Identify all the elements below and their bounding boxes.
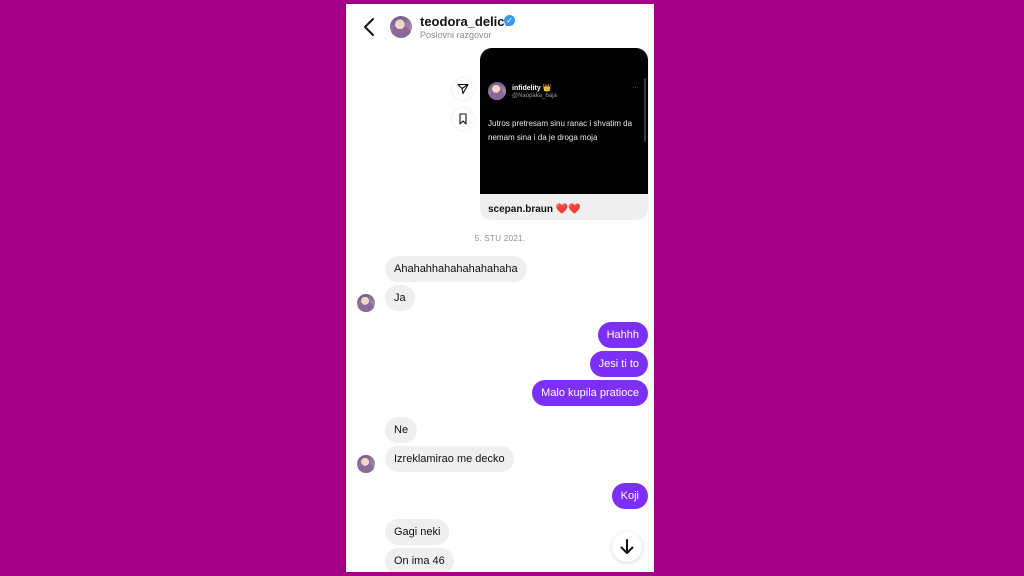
message-outgoing[interactable]: Malo kupila pratioce [532,380,648,406]
chat-subtitle: Poslovni razgovor [420,30,492,40]
chevron-left-icon [364,18,374,36]
scroll-to-bottom-button[interactable] [612,532,642,562]
message-outgoing[interactable]: Jesi ti to [589,351,648,377]
save-button[interactable] [452,108,474,130]
post-caption-emoji: ❤️❤️ [555,204,581,215]
send-icon [457,83,469,95]
message-outgoing[interactable]: Koji [611,483,648,509]
tweet-author-handle: @Naopaka_baja [512,93,557,99]
post-image[interactable]: infidelity 👑 @Naopaka_baja ··· Jutros pr… [480,48,648,194]
post-scrollbar [644,78,646,142]
message-incoming[interactable]: Ja [385,285,415,311]
shared-post[interactable]: infidelity 👑 @Naopaka_baja ··· Jutros pr… [480,48,648,220]
avatar[interactable] [390,16,412,38]
date-separator: 5. STU 2021. [474,234,526,243]
avatar[interactable] [357,294,375,312]
username[interactable]: teodora_delicc [420,14,512,29]
message-incoming[interactable]: Ne [385,417,418,443]
tweet-avatar [488,82,506,100]
chat-header: teodora_delicc ✓ Poslovni razgovor [346,4,654,50]
message-incoming[interactable]: On ima 46 [385,548,454,572]
tweet-text: Jutros pretresam sinu ranac i shvatim da… [488,119,633,142]
tweet-author-name: infidelity 👑 [512,85,552,92]
message-incoming[interactable]: Gagi neki [385,519,450,545]
more-icon: ··· [632,84,639,91]
back-button[interactable] [360,16,380,38]
bookmark-icon [459,113,467,125]
message-incoming[interactable]: Ahahahhahahahahahaha [385,256,527,282]
post-caption-user[interactable]: scepan.braun [488,204,553,215]
post-caption: scepan.braun ❤️❤️ [488,204,581,215]
message-outgoing[interactable]: Hahhh [597,322,648,348]
message-incoming[interactable]: Izreklamirao me decko [385,446,514,472]
avatar[interactable] [357,455,375,473]
chat-screen: teodora_delicc ✓ Poslovni razgovor infid… [346,4,654,572]
arrow-down-icon [620,539,634,554]
share-button[interactable] [452,78,474,100]
verified-badge-icon: ✓ [504,15,515,26]
